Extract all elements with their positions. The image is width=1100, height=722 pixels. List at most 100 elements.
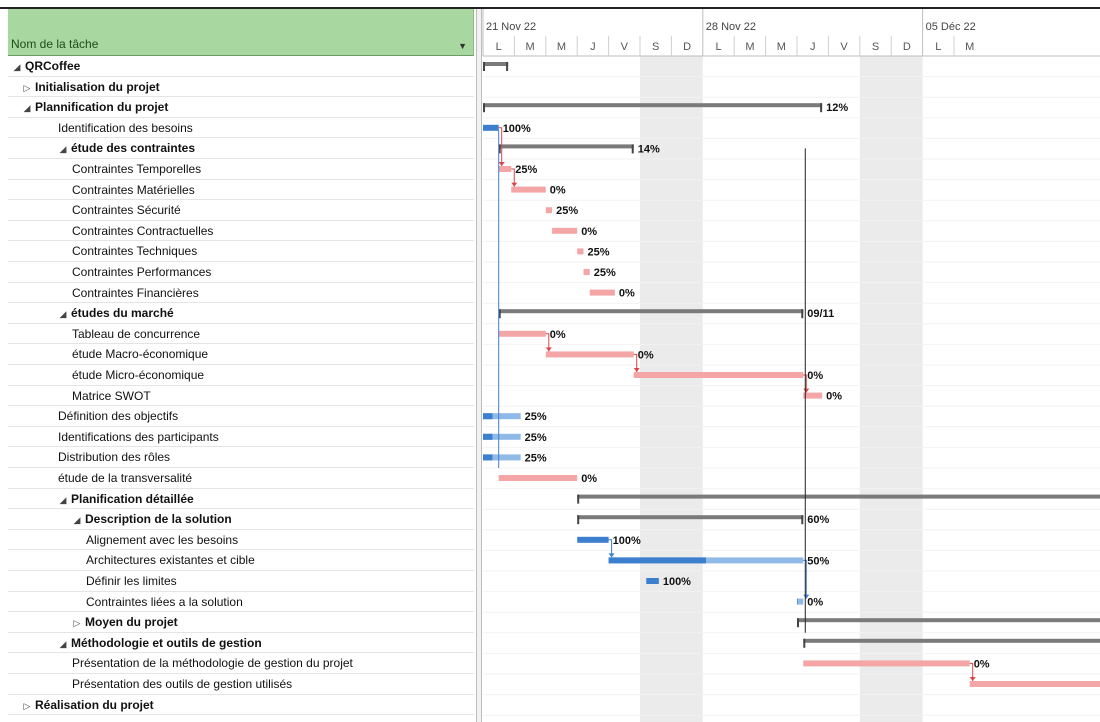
dependency-arrow bbox=[803, 388, 810, 393]
collapse-triangle-icon[interactable]: ◢ bbox=[58, 490, 68, 510]
task-row[interactable]: Identification des besoins bbox=[8, 118, 474, 139]
task-row[interactable]: Contraintes Sécurité bbox=[8, 200, 474, 221]
task-progress-label: 60% bbox=[807, 514, 829, 526]
task-progress-label: 0% bbox=[807, 370, 823, 382]
pane-splitter[interactable] bbox=[476, 9, 482, 722]
task-sheet: ◢ QRCoffee ▷ Initialisation du projet ◢ Plann… bbox=[0, 9, 476, 722]
task-name: Planification détaillée bbox=[71, 491, 194, 506]
collapse-triangle-icon[interactable]: ◢ bbox=[58, 139, 68, 159]
week-label: 21 Nov 22 bbox=[486, 21, 536, 33]
task-name: Contraintes Techniques bbox=[72, 244, 198, 259]
task-progress-label: 0% bbox=[581, 473, 597, 485]
task-progress-bar bbox=[483, 433, 493, 440]
timescale-background bbox=[483, 9, 1100, 56]
collapse-triangle-icon[interactable]: ◢ bbox=[22, 98, 32, 118]
task-name: Matrice SWOT bbox=[72, 388, 151, 403]
task-row[interactable]: Contraintes Contractuelles bbox=[8, 221, 474, 242]
day-label: V bbox=[840, 41, 848, 53]
expand-triangle-icon[interactable]: ▷ bbox=[22, 696, 32, 716]
task-row[interactable]: Contraintes Temporelles bbox=[8, 159, 474, 180]
collapse-triangle-icon[interactable]: ◢ bbox=[12, 57, 22, 77]
task-name: Moyen du projet bbox=[85, 615, 178, 630]
task-progress-label: 25% bbox=[525, 432, 547, 444]
day-label: D bbox=[903, 41, 911, 53]
task-progress-label: 25% bbox=[525, 411, 547, 423]
task-row[interactable]: Distribution des rôles bbox=[8, 447, 474, 468]
collapse-triangle-icon[interactable]: ◢ bbox=[58, 304, 68, 324]
week-label: 05 Déc 22 bbox=[926, 21, 976, 33]
task-progress-label: 25% bbox=[525, 452, 547, 464]
task-row[interactable]: ◢ études du marché bbox=[8, 303, 474, 324]
task-row[interactable]: Contraintes Matérielles bbox=[8, 180, 474, 201]
task-row[interactable]: Contraintes Techniques bbox=[8, 241, 474, 262]
task-progress-label: 0% bbox=[974, 658, 990, 670]
task-progress-label: 0% bbox=[581, 226, 597, 238]
summary-bar bbox=[498, 144, 634, 149]
dependency-arrow bbox=[633, 368, 640, 372]
week-label: 28 Nov 22 bbox=[706, 21, 756, 33]
critical-task-bar bbox=[969, 681, 1100, 687]
task-progress-label: 09/11 bbox=[807, 308, 834, 320]
task-name: Méthodologie et outils de gestion bbox=[71, 635, 262, 650]
expand-triangle-icon[interactable]: ▷ bbox=[72, 613, 82, 633]
task-progress-label: 0% bbox=[638, 349, 654, 361]
summary-bar-start-cap bbox=[483, 103, 485, 113]
task-name: Contraintes Sécurité bbox=[72, 203, 181, 218]
task-row[interactable]: ◢ Méthodologie et outils de gestion bbox=[8, 633, 474, 654]
task-progress-label: 12% bbox=[826, 102, 848, 114]
task-name: Présentation des outils de gestion utili… bbox=[72, 677, 293, 691]
task-row[interactable]: ▷ Moyen du projet bbox=[8, 612, 474, 633]
task-name-column-header[interactable]: Nom de la tâche ▼ bbox=[8, 9, 474, 56]
task-row[interactable]: Présentation de la méthodologie de gesti… bbox=[8, 653, 474, 674]
day-label: D bbox=[683, 41, 691, 53]
task-row[interactable]: Architectures existantes et cible bbox=[8, 550, 474, 571]
task-row[interactable]: étude Micro-économique bbox=[8, 365, 474, 386]
summary-bar-end-cap bbox=[820, 103, 823, 113]
task-row[interactable]: Contraintes Performances bbox=[8, 262, 474, 283]
summary-bar-end-cap bbox=[631, 144, 634, 154]
dependency-arrow bbox=[498, 162, 505, 166]
critical-task-bar bbox=[511, 186, 546, 193]
task-name-header-label: Nom de la tâche bbox=[11, 37, 99, 51]
task-row[interactable]: ◢ Plannification du projet bbox=[8, 97, 474, 118]
task-progress-bar bbox=[483, 454, 493, 461]
summary-bar bbox=[483, 103, 823, 108]
critical-task-bar bbox=[803, 392, 823, 399]
task-row[interactable]: étude de la transversalité bbox=[8, 468, 474, 489]
task-row[interactable]: ▷ Réalisation du projet bbox=[8, 695, 474, 716]
task-row[interactable]: Présentation des outils de gestion utili… bbox=[8, 674, 474, 695]
task-progress-label: 100% bbox=[503, 123, 531, 135]
day-label: S bbox=[872, 41, 879, 53]
day-label: M bbox=[777, 41, 786, 53]
task-row[interactable]: Matrice SWOT bbox=[8, 386, 474, 407]
expand-triangle-icon[interactable]: ▷ bbox=[22, 78, 32, 98]
dropdown-arrow-icon[interactable]: ▼ bbox=[458, 41, 467, 51]
collapse-triangle-icon[interactable]: ◢ bbox=[58, 634, 68, 654]
day-label: M bbox=[745, 41, 754, 53]
summary-bar-end-cap bbox=[801, 309, 804, 319]
task-row[interactable]: ◢ Planification détaillée bbox=[8, 489, 474, 510]
task-row[interactable]: ◢ étude des contraintes bbox=[8, 138, 474, 159]
task-row[interactable]: ▷ Initialisation du projet bbox=[8, 77, 474, 98]
task-row[interactable]: Identifications des participants bbox=[8, 427, 474, 448]
summary-bar bbox=[498, 309, 804, 314]
summary-bar bbox=[577, 515, 804, 520]
task-row[interactable]: ◢ Description de la solution bbox=[8, 509, 474, 530]
task-row[interactable]: Contraintes Financières bbox=[8, 283, 474, 304]
task-progress-label: 100% bbox=[613, 535, 641, 547]
task-row[interactable]: Définir les limites bbox=[8, 571, 474, 592]
summary-bar-start-cap bbox=[797, 618, 799, 628]
task-row[interactable]: Tableau de concurrence bbox=[8, 324, 474, 345]
task-row[interactable]: Définition des objectifs bbox=[8, 406, 474, 427]
task-row[interactable]: ◢ QRCoffee bbox=[8, 56, 474, 77]
task-row[interactable]: Contraintes liées a la solution bbox=[8, 592, 474, 613]
critical-task-bar bbox=[583, 269, 590, 275]
dependency-arrow bbox=[511, 182, 518, 187]
task-row[interactable]: étude Macro-économique bbox=[8, 344, 474, 365]
summary-bar bbox=[483, 62, 509, 66]
task-progress-label: 0% bbox=[619, 288, 635, 300]
critical-task-bar bbox=[633, 372, 804, 378]
summary-bar-end-cap bbox=[801, 515, 804, 525]
collapse-triangle-icon[interactable]: ◢ bbox=[72, 510, 82, 530]
task-row[interactable]: Alignement avec les besoins bbox=[8, 530, 474, 551]
